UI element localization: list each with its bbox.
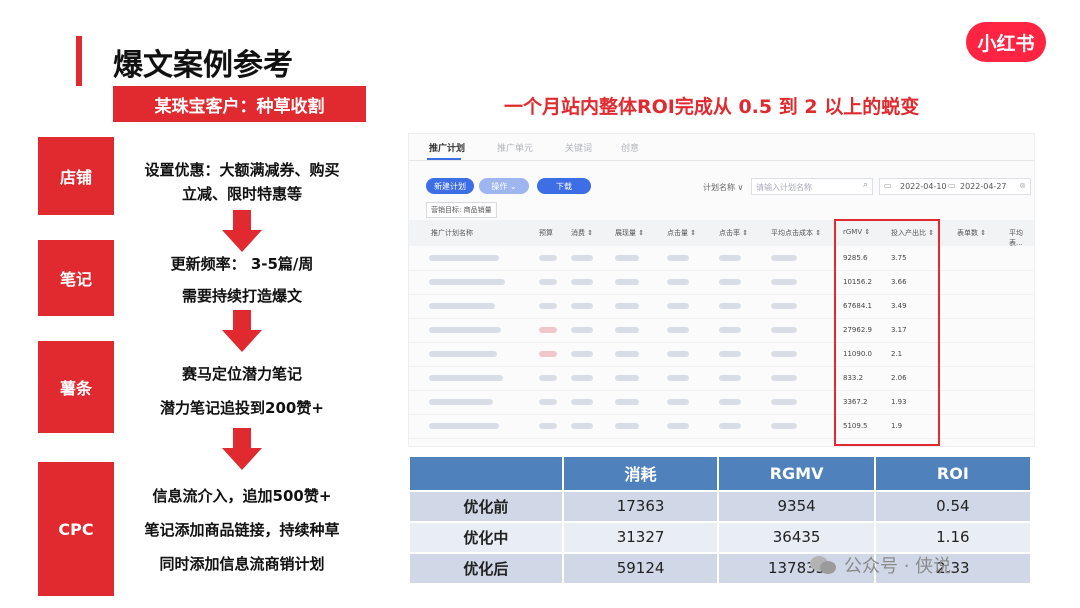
header-cell [408,455,564,492]
col-avg-form[interactable]: 平均表... [1009,228,1034,248]
title-accent-bar [76,36,82,86]
stage-label-cpc: CPC [38,462,114,596]
row-label: 优化后 [408,551,564,586]
stage-line: 同时添加信息流商销计划 [159,555,325,573]
wechat-icon [810,554,838,576]
table-row[interactable]: 27962.9 3.17 [409,318,1034,343]
calendar-icon: ▭ [948,181,956,190]
ads-dashboard-screenshot: 推广计划 推广单元 关键词 创意 新建计划 操作 ⌄ 下载 计划名称 ∨ 请输入… [408,133,1035,447]
search-placeholder: 请输入计划名称 [756,183,812,192]
table-row[interactable]: 9285.6 3.75 [409,246,1034,271]
down-arrow-icon [222,210,262,254]
col-plan-name[interactable]: 推广计划名称 [431,228,473,238]
stage-line: 笔记添加商品链接，持续种草 [144,521,340,539]
roi-headline: 一个月站内整体ROI完成从 0.5 到 2 以上的蜕变 [504,96,920,118]
rgmv-roi-highlight-box [834,219,940,446]
stage-line: 更新频率： 3-5篇/周 [170,255,314,273]
stage-line: 信息流介入，追加500赞+ [152,487,332,505]
stage-text-notes: 更新频率： 3-5篇/周 需要持续打造爆文 [112,252,372,308]
date-start: 2022-04-10 [900,182,947,191]
header-cell: 消耗 [561,455,720,492]
marketing-goal-chip[interactable]: 营销目标: 商品销量 [426,202,497,218]
tab-plans[interactable]: 推广计划 [429,141,465,154]
tab-keywords[interactable]: 关键词 [565,141,592,154]
plan-name-filter[interactable]: 计划名称 ∨ [703,182,743,193]
rgmv-cell: 36435 [717,520,876,554]
table-row[interactable]: 10156.2 3.66 [409,270,1034,295]
watermark-text: 公众号 · 侠说 [844,556,952,577]
table-header-row: 消耗 RGMV ROI [408,455,1033,492]
page-title: 爆文案例参考 [113,48,293,83]
roi-cell: 0.54 [873,489,1033,523]
col-forms[interactable]: 表单数 ⇕ [957,228,986,238]
chip-label: 营销目标: 商品销量 [431,206,492,214]
operate-button[interactable]: 操作 ⌄ [479,178,529,194]
spend-cell: 17363 [561,489,720,523]
wechat-watermark: 公众号 · 侠说 [810,552,951,578]
date-end: 2022-04-27 [960,182,1007,191]
rgmv-cell: 9354 [717,489,876,523]
stage-text-cpc: 信息流介入，追加500赞+ 笔记添加商品链接，持续种草 同时添加信息流商销计划 [112,484,372,576]
stage-line: 设置优惠：大额满减券、购买 [144,161,340,179]
table-row[interactable]: 67684.1 3.49 [409,294,1034,319]
stage-text-store: 设置优惠：大额满减券、购买 立减、限时特惠等 [112,158,372,206]
stage-line: 立减、限时特惠等 [181,185,302,203]
plan-search-input[interactable]: 请输入计划名称 ⌕ [751,178,873,195]
col-cpc[interactable]: 平均点击成本 ⇕ [771,228,821,238]
spend-cell: 31327 [561,520,720,554]
down-arrow-icon [222,428,262,472]
table-row[interactable]: 11090.0 2.1 [409,342,1034,367]
header-cell: ROI [873,455,1033,492]
xiaohongshu-logo: 小红书 [966,22,1046,62]
spend-cell: 59124 [561,551,720,586]
table-row: 优化前 17363 9354 0.54 [408,489,1033,523]
table-row[interactable]: 5109.5 1.9 [409,414,1034,439]
table-row: 优化中 31327 36435 1.16 [408,520,1033,554]
col-ctr[interactable]: 点击率 ⇕ [719,228,748,238]
date-range-picker[interactable]: ▭ 2022-04-10 ▭ 2022-04-27 ⊗ [879,178,1031,195]
dashboard-tabs: 推广计划 推广单元 关键词 创意 [409,134,1034,161]
active-tab-indicator [427,158,461,160]
stage-label-notes: 笔记 [38,240,114,316]
col-budget[interactable]: 预算 [539,228,553,238]
stage-line: 潜力笔记追投到200赞+ [160,399,324,417]
col-impressions[interactable]: 展现量 ⇕ [615,228,644,238]
row-label: 优化中 [408,520,564,554]
stage-line: 赛马定位潜力笔记 [181,365,302,383]
tab-creatives[interactable]: 创意 [621,141,639,154]
stage-line: 需要持续打造爆文 [181,287,302,305]
roi-cell: 1.16 [873,520,1033,554]
header-cell: RGMV [717,455,876,492]
new-plan-button[interactable]: 新建计划 [426,178,474,194]
table-row[interactable]: 3367.2 1.93 [409,390,1034,415]
col-spend[interactable]: 消费 ⇕ [571,228,593,238]
tab-units[interactable]: 推广单元 [497,141,533,154]
stage-label-store: 店铺 [38,137,114,215]
dashboard-table-header: 推广计划名称 预算 消费 ⇕ 展现量 ⇕ 点击量 ⇕ 点击率 ⇕ 平均点击成本 … [409,220,1034,248]
stage-text-shutiao: 赛马定位潜力笔记 潜力笔记追投到200赞+ [112,362,372,420]
down-arrow-icon [222,310,262,354]
calendar-icon: ▭ [884,181,892,190]
stage-label-shutiao: 薯条 [38,341,114,433]
case-subtitle: 某珠宝客户：种草收割 [113,86,366,122]
row-label: 优化前 [408,489,564,523]
col-clicks[interactable]: 点击量 ⇕ [667,228,696,238]
search-icon: ⌕ [862,180,868,190]
table-row[interactable]: 833.2 2.06 [409,366,1034,391]
download-button[interactable]: 下载 [537,178,591,194]
clear-icon[interactable]: ⊗ [1019,181,1026,190]
